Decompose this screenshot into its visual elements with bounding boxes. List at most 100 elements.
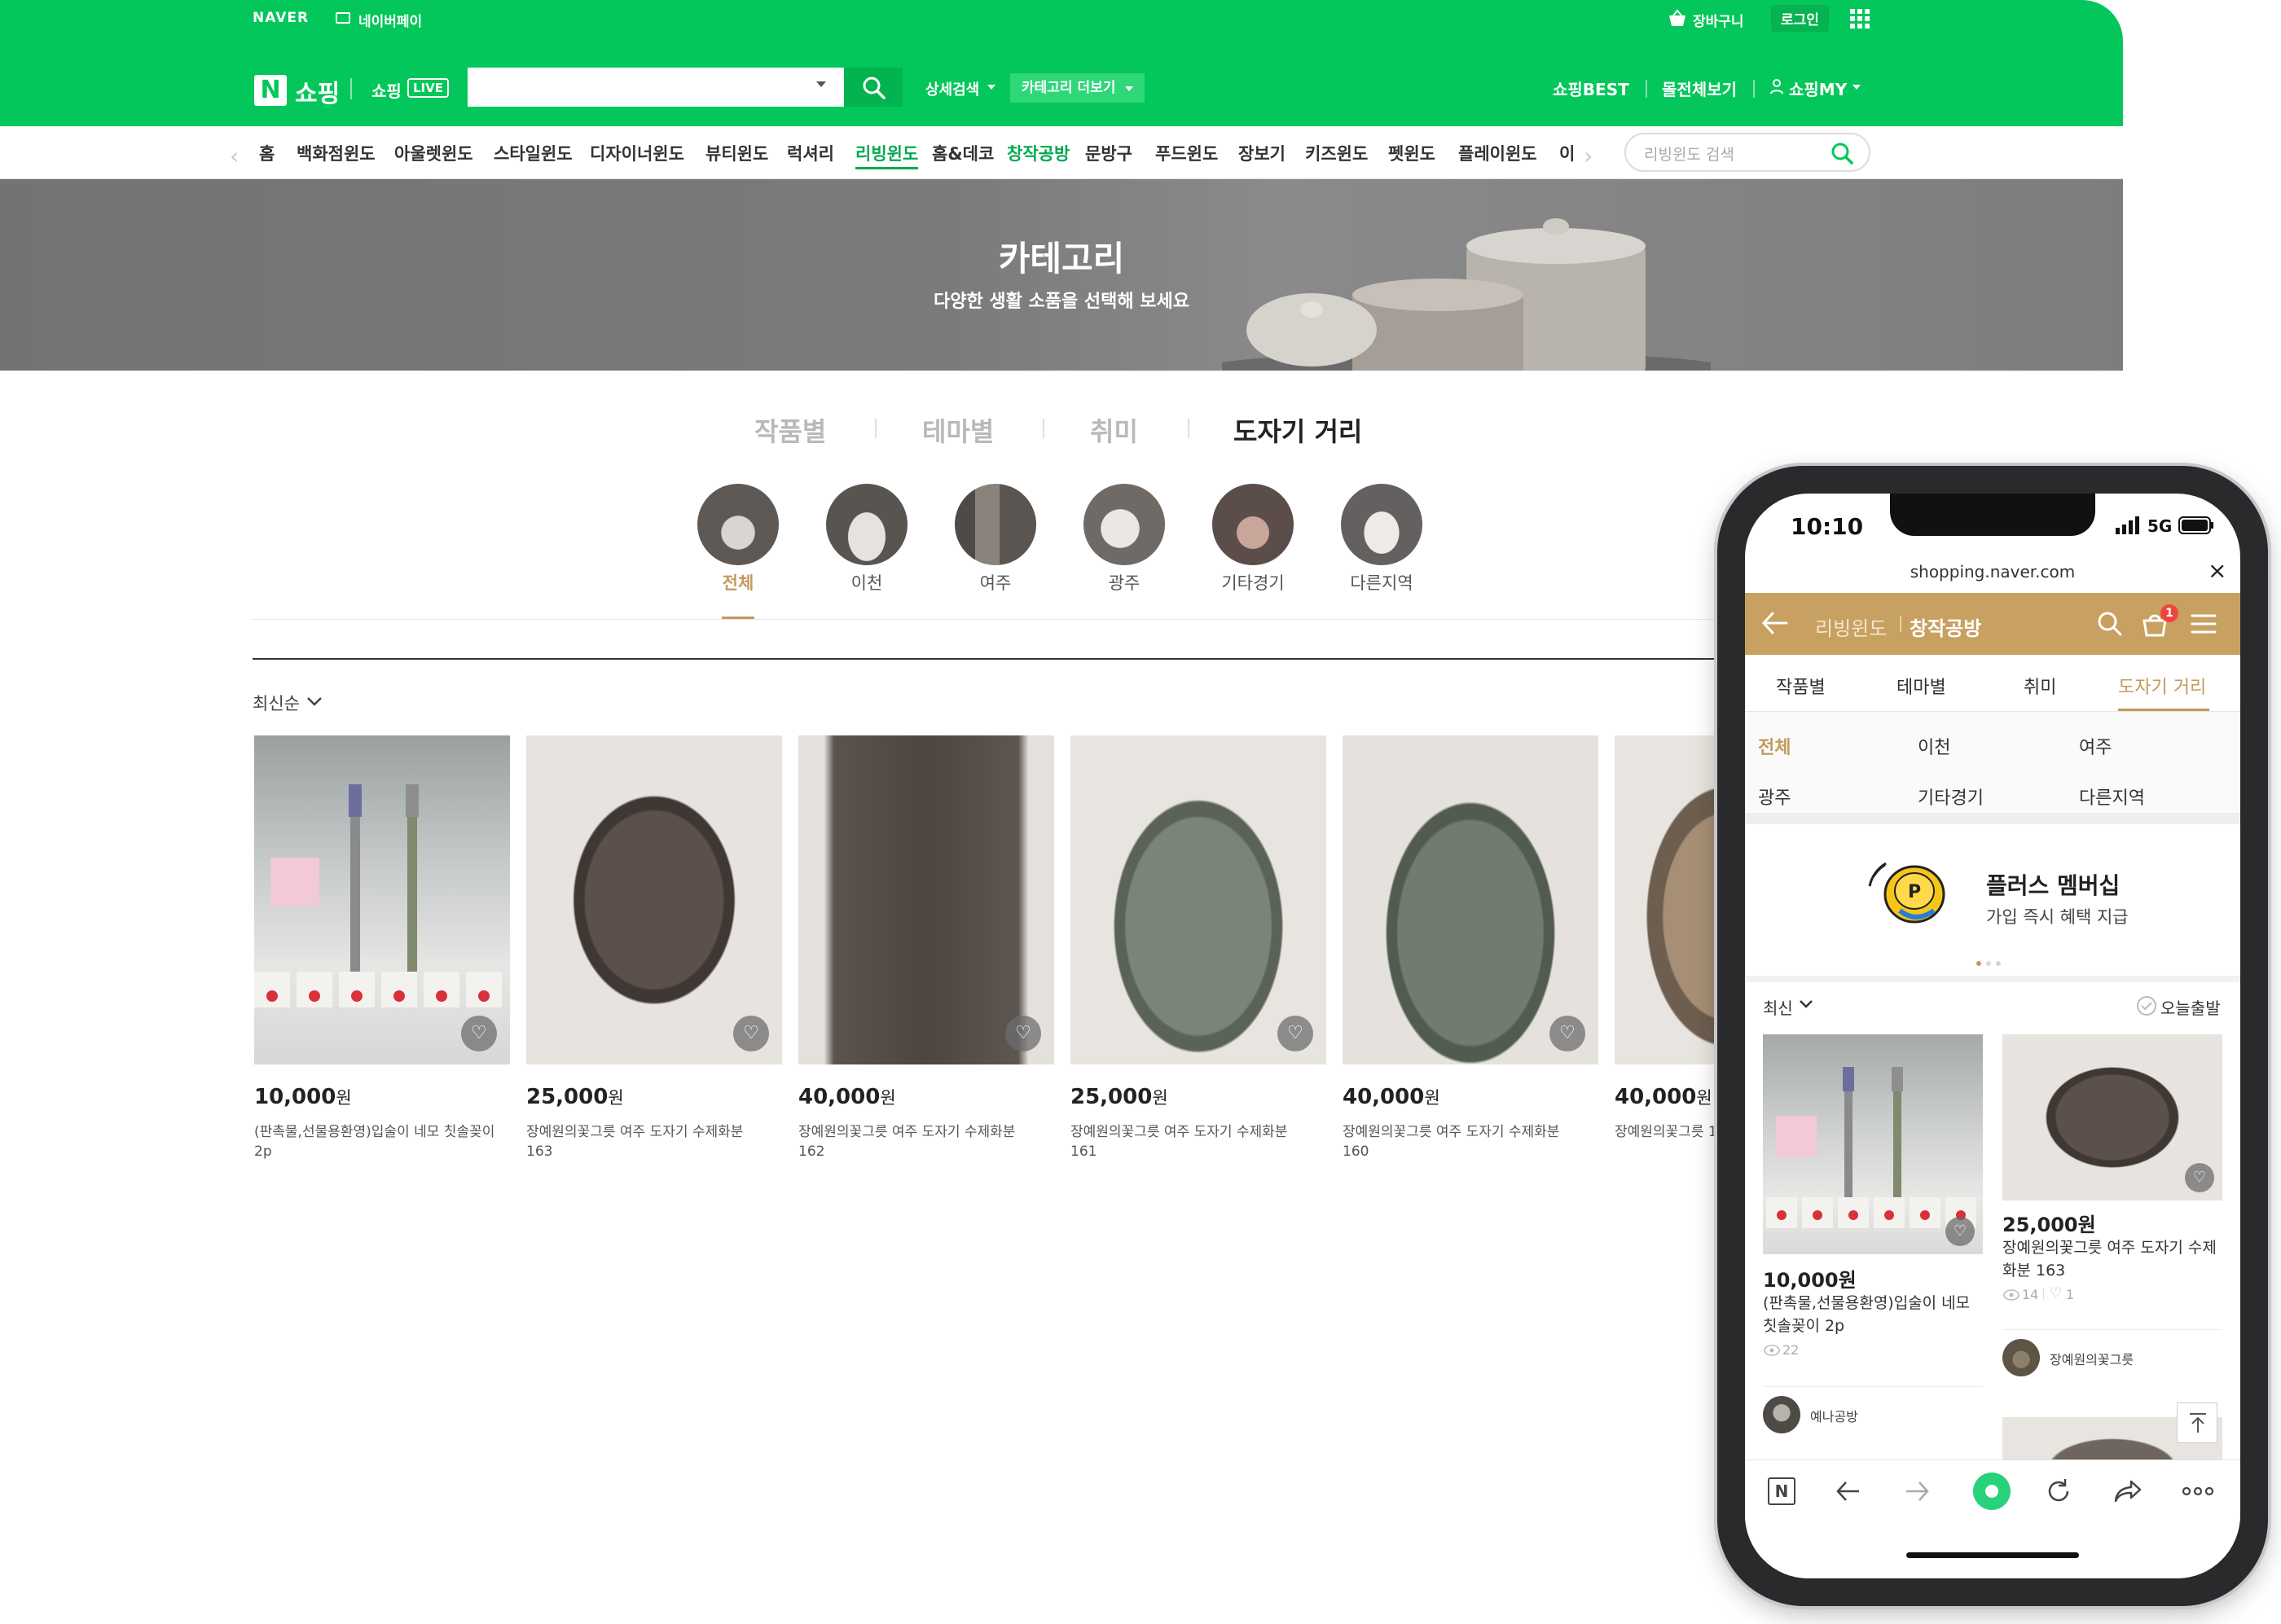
all-mall-link[interactable]: 몰전체보기 xyxy=(1662,77,1737,100)
seller-name[interactable]: 장예원의꽃그릇 xyxy=(2050,1349,2134,1368)
tab-by-work[interactable]: 작품별 xyxy=(754,411,826,449)
search-icon[interactable] xyxy=(1830,141,1854,165)
mobile-region-other-gyeonggi[interactable]: 기타경기 xyxy=(1918,783,1984,810)
shopping-my-link[interactable]: 쇼핑MY xyxy=(1789,77,1847,100)
category-item[interactable]: 문방구 xyxy=(1085,141,1132,165)
sort-dropdown[interactable]: 최신순 xyxy=(253,691,300,715)
mobile-product-image[interactable]: ♡ xyxy=(2002,1034,2222,1200)
region-label-gwangju[interactable]: 광주 xyxy=(1063,570,1185,595)
tab-by-theme[interactable]: 테마별 xyxy=(922,411,994,449)
region-label-other-area[interactable]: 다른지역 xyxy=(1321,570,1443,595)
category-item[interactable]: 이 xyxy=(1559,141,1575,165)
category-item[interactable]: 플레이윈도 xyxy=(1458,141,1537,165)
category-item[interactable]: 스타일윈도 xyxy=(494,141,573,165)
mobile-tab-hobby[interactable]: 취미 xyxy=(2024,673,2056,699)
category-next-arrow-icon[interactable]: › xyxy=(1584,143,1593,169)
product-name[interactable]: 장예원의꽃그릇 여주 도자기 수제화분 162 xyxy=(798,1122,1043,1161)
check-circle-icon[interactable] xyxy=(2136,995,2157,1016)
url-bar[interactable]: shopping.naver.com xyxy=(1745,562,2240,582)
breadcrumb-creative-workshop[interactable]: 창작공방 xyxy=(1910,612,1981,641)
wishlist-heart-icon[interactable]: ♡ xyxy=(733,1016,769,1051)
chevron-down-icon[interactable] xyxy=(306,696,323,707)
share-icon[interactable] xyxy=(2113,1479,2143,1503)
search-dropdown-icon[interactable] xyxy=(816,81,826,87)
close-icon[interactable]: × xyxy=(2208,557,2226,584)
product-card-image[interactable]: ♡ xyxy=(1070,735,1326,1064)
category-item[interactable]: 푸드윈도 xyxy=(1155,141,1218,165)
mobile-tab-pottery-street[interactable]: 도자기 거리 xyxy=(2118,673,2206,699)
seller-avatar[interactable] xyxy=(2002,1339,2040,1376)
product-name[interactable]: 장예원의꽃그릇 여주 도자기 수제화분 160 xyxy=(1343,1122,1587,1161)
mobile-tab-by-theme[interactable]: 테마별 xyxy=(1896,673,1946,699)
product-card-image[interactable]: ♡ xyxy=(254,735,510,1064)
scroll-to-top-button[interactable] xyxy=(2177,1402,2217,1443)
category-item[interactable]: 럭셔리 xyxy=(787,141,834,165)
live-badge[interactable]: LIVE xyxy=(407,78,449,98)
category-item[interactable]: 아울렛윈도 xyxy=(394,141,473,165)
search-input[interactable] xyxy=(468,68,844,107)
region-label-yeoju[interactable]: 여주 xyxy=(934,570,1057,595)
shopping-live-text[interactable]: 쇼핑 xyxy=(371,78,402,102)
shopping-best-link[interactable]: 쇼핑BEST xyxy=(1553,77,1629,100)
mobile-region-other-area[interactable]: 다른지역 xyxy=(2079,783,2145,810)
region-label-icheon[interactable]: 이천 xyxy=(806,570,928,595)
wishlist-heart-icon[interactable]: ♡ xyxy=(461,1016,497,1051)
product-name[interactable]: 장예원의꽃그릇 여주 도자기 수제화분 163 xyxy=(526,1122,771,1161)
category-item[interactable]: 키즈윈도 xyxy=(1305,141,1368,165)
tab-hobby[interactable]: 취미 xyxy=(1090,411,1138,449)
category-item-selected[interactable]: 리빙윈도 xyxy=(855,141,919,169)
tab-pottery-street[interactable]: 도자기 거리 xyxy=(1233,411,1362,449)
wishlist-heart-icon[interactable]: ♡ xyxy=(1945,1217,1975,1246)
naver-home-icon[interactable]: N xyxy=(1768,1477,1795,1505)
category-prev-arrow-icon[interactable]: ‹ xyxy=(230,143,239,169)
mobile-product-name[interactable]: (판촉물,선물용환영)입술이 네모 칫솔꽂이 2p xyxy=(1763,1292,1984,1337)
region-yeoju-thumbnail[interactable] xyxy=(955,484,1036,565)
breadcrumb-living-window[interactable]: 리빙윈도 xyxy=(1815,612,1887,641)
mobile-region-icheon[interactable]: 이천 xyxy=(1918,733,1950,759)
today-shipping-filter[interactable]: 오늘출발 xyxy=(2160,995,2221,1019)
region-icheon-thumbnail[interactable] xyxy=(826,484,908,565)
mobile-region-all[interactable]: 전체 xyxy=(1758,733,1791,759)
chevron-down-icon[interactable] xyxy=(1799,999,1813,1010)
product-card-image[interactable] xyxy=(1615,735,1717,1064)
wishlist-heart-icon[interactable]: ♡ xyxy=(1005,1016,1041,1051)
region-all-thumbnail[interactable] xyxy=(697,484,779,565)
cart-link[interactable]: 장바구니 xyxy=(1693,10,1744,30)
category-item[interactable]: 디자이너윈도 xyxy=(590,141,684,165)
category-item[interactable]: 홈 xyxy=(259,141,275,165)
back-arrow-icon[interactable] xyxy=(1761,611,1789,635)
region-other-gyeonggi-thumbnail[interactable] xyxy=(1212,484,1294,565)
product-name[interactable]: (판촉물,선물용환영)입술이 네모 칫솔꽂이 2p xyxy=(254,1122,499,1161)
search-icon[interactable] xyxy=(2097,611,2123,637)
search-button[interactable] xyxy=(844,68,903,107)
mobile-tab-by-work[interactable]: 작품별 xyxy=(1776,673,1826,699)
category-search-input[interactable]: 리빙윈도 검색 xyxy=(1624,133,1870,172)
browser-forward-icon[interactable] xyxy=(1905,1479,1931,1503)
naverpay-link[interactable]: 네이버페이 xyxy=(358,10,422,30)
category-item[interactable]: 펫윈도 xyxy=(1388,141,1435,165)
seller-name[interactable]: 예나공방 xyxy=(1810,1406,1858,1425)
more-options-icon[interactable] xyxy=(2182,1486,2214,1497)
menu-icon[interactable] xyxy=(2190,612,2217,635)
wishlist-heart-icon[interactable]: ♡ xyxy=(2185,1163,2214,1192)
category-item[interactable]: 뷰티윈도 xyxy=(705,141,768,165)
refresh-icon[interactable] xyxy=(2045,1477,2072,1505)
apps-grid-icon[interactable] xyxy=(1849,8,1870,29)
mobile-product-image[interactable]: ♡ xyxy=(1763,1034,1983,1254)
promo-carousel-dots[interactable] xyxy=(1976,961,2009,968)
detail-search-link[interactable]: 상세검색 xyxy=(925,78,979,99)
product-card-image[interactable]: ♡ xyxy=(1343,735,1598,1064)
region-other-area-thumbnail[interactable] xyxy=(1341,484,1422,565)
region-label-other-gyeonggi[interactable]: 기타경기 xyxy=(1192,570,1314,595)
category-item[interactable]: 백화점윈도 xyxy=(297,141,376,165)
product-name[interactable]: 장예원의꽃그릇 159 xyxy=(1615,1122,1717,1142)
login-button[interactable]: 로그인 xyxy=(1771,5,1829,32)
category-item[interactable]: 장보기 xyxy=(1238,141,1286,165)
browser-back-icon[interactable] xyxy=(1835,1479,1861,1503)
naver-link[interactable]: NAVER xyxy=(253,10,309,26)
category-item[interactable]: 창작공방 xyxy=(1007,141,1070,165)
category-item[interactable]: 홈&데코 xyxy=(932,141,994,165)
cart-icon[interactable] xyxy=(1667,9,1688,29)
mobile-region-yeoju[interactable]: 여주 xyxy=(2079,733,2112,759)
product-card-image[interactable]: ♡ xyxy=(526,735,782,1064)
